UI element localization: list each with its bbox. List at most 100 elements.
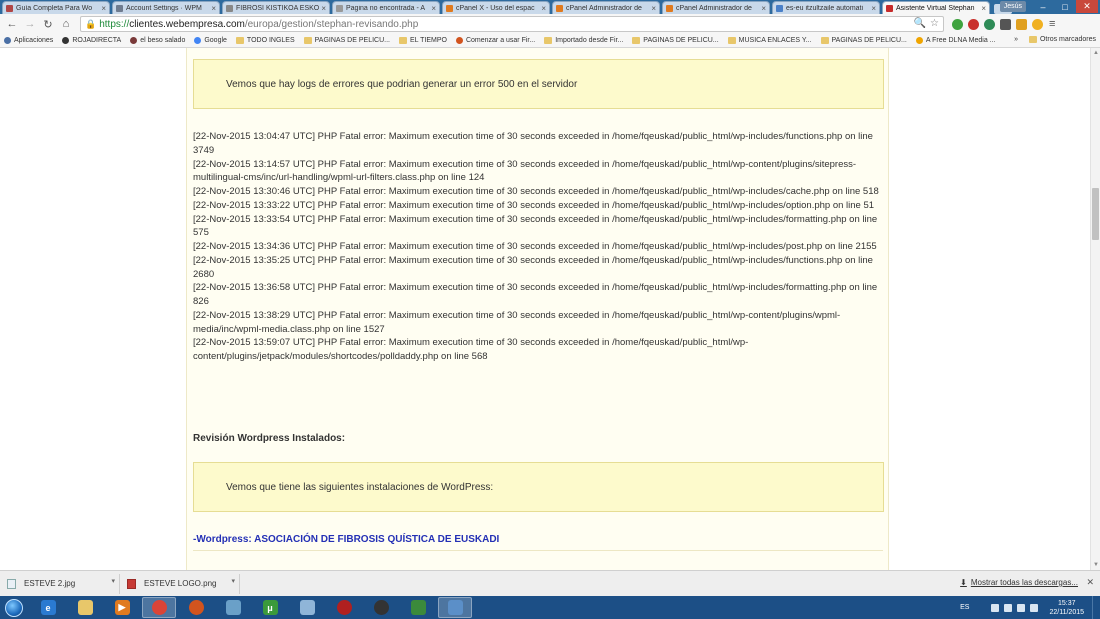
forward-icon[interactable]: → xyxy=(22,16,38,32)
log-line: [22-Nov-2015 13:36:58 UTC] PHP Fatal err… xyxy=(193,282,878,307)
show-desktop-button[interactable] xyxy=(1092,596,1100,619)
taskbar-app[interactable] xyxy=(327,597,361,618)
tab-2[interactable]: FIBROSI KISTIKOA ESKO × xyxy=(222,1,330,14)
bookmark-item[interactable]: PAGINAS DE PELICU... xyxy=(820,37,907,44)
scroll-up-icon[interactable]: ▲ xyxy=(1091,48,1100,58)
bookmark-item[interactable]: TODO INGLES xyxy=(235,37,295,44)
network-signal-icon[interactable] xyxy=(1004,603,1013,612)
taskbar-app[interactable] xyxy=(290,597,324,618)
log-line: [22-Nov-2015 13:33:22 UTC] PHP Fatal err… xyxy=(193,199,875,211)
bookmark-item[interactable]: PAGINAS DE PELICU... xyxy=(303,37,390,44)
menu-icon[interactable]: ≡ xyxy=(1049,18,1055,30)
bookmark-label: Comenzar a usar Fir... xyxy=(465,37,536,44)
back-icon[interactable]: ← xyxy=(4,16,20,32)
tab-close-icon[interactable]: × xyxy=(321,4,326,13)
firefox-icon xyxy=(455,37,463,44)
extension-green-icon[interactable] xyxy=(952,18,963,30)
taskbar-app[interactable]: μ xyxy=(253,597,287,618)
tab-close-icon[interactable]: × xyxy=(541,4,546,13)
clock[interactable]: 15:37 22/11/2015 xyxy=(1049,599,1084,617)
taskbar-app[interactable]: e xyxy=(31,597,65,618)
tab-close-icon[interactable]: × xyxy=(211,4,216,13)
chevron-right-icon[interactable]: » xyxy=(1014,36,1018,43)
bookmark-item[interactable]: el beso salado xyxy=(130,37,185,44)
tab-4[interactable]: cPanel X - Uso del espac × xyxy=(442,1,550,14)
bookmark-label: Aplicaciones xyxy=(14,37,54,44)
maximize-icon[interactable]: □ xyxy=(1054,0,1076,13)
taskbar-app[interactable] xyxy=(438,597,472,618)
close-window-icon[interactable]: ✕ xyxy=(1076,0,1098,13)
page-scrollbar[interactable]: ▲ ▼ xyxy=(1090,48,1100,570)
reload-icon[interactable]: ↻ xyxy=(40,16,56,32)
bookmark-item[interactable]: Google xyxy=(194,37,227,44)
taskbar-app[interactable] xyxy=(68,597,102,618)
site-icon xyxy=(62,37,70,44)
taskbar-app[interactable] xyxy=(364,597,398,618)
alert-errors-text: Vemos que hay logs de errores que podria… xyxy=(226,78,578,90)
tab-close-icon[interactable]: × xyxy=(871,4,876,13)
downloads-bar: ESTEVE 2.jpg ▾ ESTEVE LOGO.png ▾ ⬇ Mostrar … xyxy=(0,570,1100,596)
download-item[interactable]: ESTEVE 2.jpg ▾ xyxy=(3,573,120,594)
bookmark-item[interactable]: Comenzar a usar Fir... xyxy=(455,37,536,44)
language-indicator[interactable]: ES xyxy=(960,604,969,611)
tab-label: Pagina no encontrada - A xyxy=(346,4,426,12)
wordpress-install-link[interactable]: -Wordpress: ASOCIACIÓN DE FIBROSIS QUÍST… xyxy=(193,534,499,545)
bookmark-star-icon[interactable]: ☆ xyxy=(930,18,939,29)
extension-arrows-icon[interactable] xyxy=(1016,18,1027,30)
download-item[interactable]: ESTEVE LOGO.png ▾ xyxy=(123,573,240,594)
tab-3[interactable]: Pagina no encontrada - A × xyxy=(332,1,440,14)
tab-close-icon[interactable]: × xyxy=(101,4,106,13)
extension-round-icon[interactable] xyxy=(984,18,995,30)
tab-0[interactable]: Guía Completa Para Wo × xyxy=(2,1,110,14)
tab-8[interactable]: Asistente Virtual Stephan × xyxy=(882,1,990,14)
extension-grid-icon[interactable] xyxy=(1000,18,1011,30)
extension-orange-icon[interactable] xyxy=(1032,18,1043,30)
user-profile-button[interactable]: Jesús xyxy=(999,1,1026,12)
bookmark-item[interactable]: PAGINAS DE PELICU... xyxy=(632,37,719,44)
tab-1[interactable]: Account Settings · WPM × xyxy=(112,1,220,14)
action-center-icon[interactable] xyxy=(1017,603,1026,612)
tab-close-icon[interactable]: × xyxy=(651,4,656,13)
taskbar-app[interactable] xyxy=(179,597,213,618)
taskbar-app[interactable]: ▶ xyxy=(105,597,139,618)
volume-icon[interactable] xyxy=(1030,603,1039,612)
tab-close-icon[interactable]: × xyxy=(431,4,436,13)
tab-close-icon[interactable]: × xyxy=(761,4,766,13)
tab-favicon-icon xyxy=(886,4,893,12)
bookmark-item[interactable]: Aplicaciones xyxy=(4,37,53,44)
tab-favicon-icon xyxy=(336,4,343,12)
tab-close-icon[interactable]: × xyxy=(981,4,986,13)
home-icon[interactable]: ⌂ xyxy=(58,16,74,32)
minimize-icon[interactable]: – xyxy=(1032,0,1054,13)
error-log: [22-Nov-2015 13:04:47 UTC] PHP Fatal err… xyxy=(193,130,883,364)
tray-arrow-icon[interactable] xyxy=(991,603,1000,612)
taskbar-app[interactable] xyxy=(216,597,250,618)
address-bar[interactable]: 🔒 https://clientes.webempresa.com/europa… xyxy=(80,16,944,32)
scroll-down-icon[interactable]: ▼ xyxy=(1091,560,1100,570)
bookmark-label: MUSICA ENLACES Y... xyxy=(738,37,812,44)
bookmark-item[interactable]: ROJADIRECTA xyxy=(62,37,121,44)
dropdown-arrow-icon[interactable]: ▾ xyxy=(231,577,235,585)
taskbar-app[interactable] xyxy=(401,597,435,618)
bookmark-label: ROJADIRECTA xyxy=(72,37,122,44)
divider xyxy=(193,550,883,551)
other-bookmarks[interactable]: » Otros marcadores xyxy=(1014,36,1096,43)
taskbar-app[interactable] xyxy=(142,597,176,618)
google-icon xyxy=(194,37,202,44)
tab-5[interactable]: cPanel Administrador de × xyxy=(552,1,660,14)
tab-6[interactable]: cPanel Administrador de × xyxy=(662,1,770,14)
tab-strip: Guía Completa Para Wo × Account Settings ·… xyxy=(0,0,1100,14)
bookmark-item[interactable]: Importado desde Fir... xyxy=(544,37,623,44)
dropdown-arrow-icon[interactable]: ▾ xyxy=(111,577,115,585)
tab-7[interactable]: es-eu itzultzaile automati × xyxy=(772,1,880,14)
log-line: [22-Nov-2015 13:34:36 UTC] PHP Fatal err… xyxy=(193,241,877,252)
bookmark-item[interactable]: A Free DLNA Media ... xyxy=(915,37,996,44)
zoom-icon[interactable]: 🔍 xyxy=(914,18,926,29)
adblock-icon[interactable] xyxy=(968,18,979,30)
bookmark-item[interactable]: MUSICA ENLACES Y... xyxy=(727,37,812,44)
bookmark-item[interactable]: EL TIEMPO xyxy=(398,37,447,44)
start-button[interactable] xyxy=(0,596,28,619)
scroll-thumb[interactable] xyxy=(1092,188,1099,240)
close-downloads-icon[interactable]: ✕ xyxy=(1086,577,1094,588)
show-all-downloads-link[interactable]: ⬇ Mostrar todas las descargas... xyxy=(960,578,1078,587)
